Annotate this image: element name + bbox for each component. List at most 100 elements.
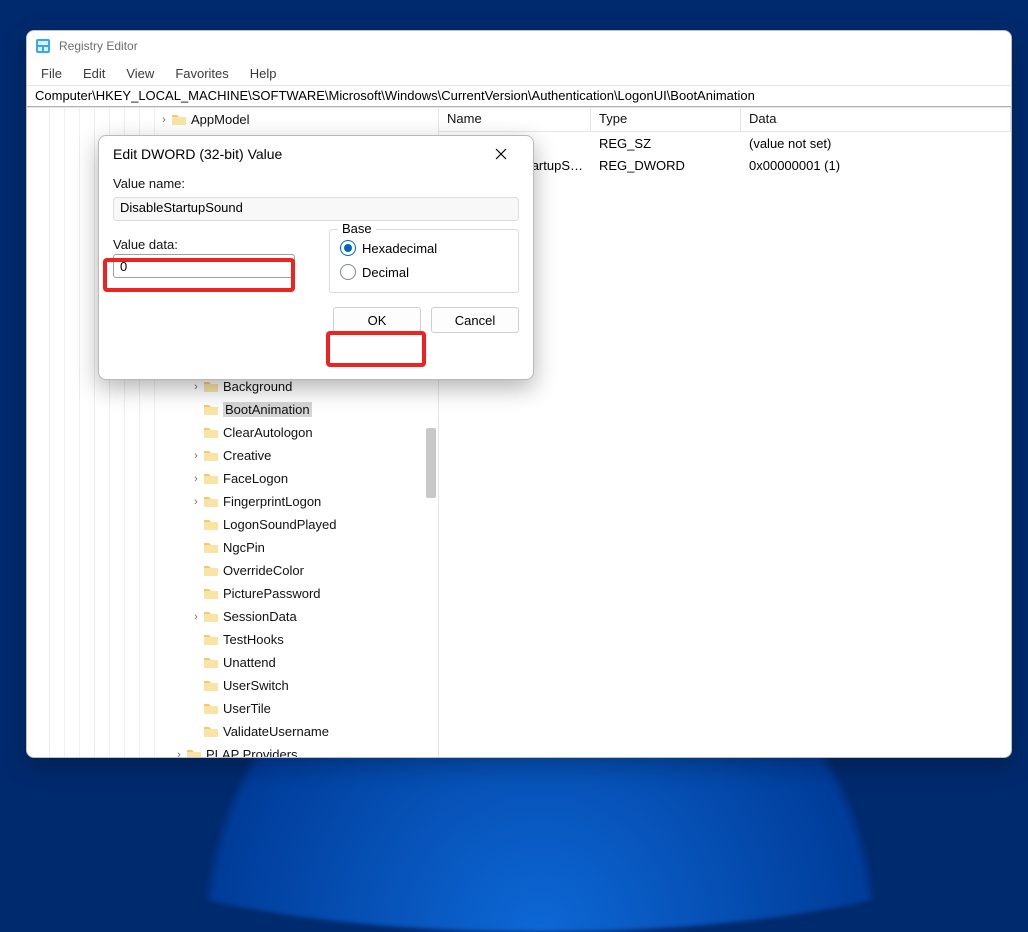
col-header-data[interactable]: Data: [741, 108, 1011, 131]
chevron-right-icon[interactable]: ›: [189, 496, 203, 508]
tree-scrollbar[interactable]: [426, 428, 436, 498]
value-data-label: Value data:: [113, 237, 303, 252]
tree-item-label: UserSwitch: [223, 678, 289, 693]
window-title: Registry Editor: [59, 39, 138, 53]
dialog-body: Value name: DisableStartupSound Value da…: [99, 170, 533, 293]
value-data-input[interactable]: [113, 254, 295, 278]
col-header-type[interactable]: Type: [591, 108, 741, 131]
folder-icon: [186, 747, 202, 758]
tree-item-label: ValidateUsername: [223, 724, 329, 739]
tree-item[interactable]: OverrideColor: [27, 559, 438, 582]
regedit-icon: [35, 38, 51, 54]
cell-type: REG_DWORD: [591, 158, 741, 173]
tree-item[interactable]: › PLAP Providers: [27, 743, 438, 757]
radio-decimal[interactable]: [340, 264, 356, 280]
folder-icon: [203, 678, 219, 694]
tree-item-label: PicturePassword: [223, 586, 321, 601]
tree-item[interactable]: › FingerprintLogon: [27, 490, 438, 513]
close-button[interactable]: [483, 140, 519, 168]
folder-icon: [203, 517, 219, 533]
radio-hex-row[interactable]: Hexadecimal: [340, 236, 508, 260]
radio-dec-label: Decimal: [362, 265, 409, 280]
tree-item-label: OverrideColor: [223, 563, 304, 578]
tree-item-label: Unattend: [223, 655, 276, 670]
cell-data: (value not set): [741, 136, 1011, 151]
tree-item[interactable]: TestHooks: [27, 628, 438, 651]
tree-item-label: FingerprintLogon: [223, 494, 321, 509]
folder-icon: [171, 112, 187, 128]
list-header[interactable]: Name Type Data: [439, 108, 1011, 132]
radio-hexadecimal[interactable]: [340, 240, 356, 256]
value-name-label: Value name:: [113, 176, 519, 191]
chevron-right-icon[interactable]: ›: [189, 611, 203, 623]
folder-icon: [203, 494, 219, 510]
folder-icon: [203, 586, 219, 602]
folder-icon: [203, 724, 219, 740]
tree-item-label: SessionData: [223, 609, 297, 624]
address-bar[interactable]: Computer\HKEY_LOCAL_MACHINE\SOFTWARE\Mic…: [27, 85, 1011, 107]
tree-item[interactable]: ClearAutologon: [27, 421, 438, 444]
cancel-button[interactable]: Cancel: [431, 307, 519, 333]
folder-icon: [203, 655, 219, 671]
radio-dec-row[interactable]: Decimal: [340, 260, 508, 284]
folder-icon: [203, 609, 219, 625]
folder-icon: [203, 448, 219, 464]
base-legend: Base: [338, 221, 376, 236]
folder-icon: [203, 632, 219, 648]
tree-item-label: PLAP Providers: [206, 747, 298, 757]
tree-item[interactable]: BootAnimation: [27, 398, 438, 421]
edit-dword-dialog: Edit DWORD (32-bit) Value Value name: Di…: [98, 135, 534, 380]
chevron-right-icon[interactable]: ›: [189, 450, 203, 462]
tree-item-label: BootAnimation: [223, 402, 312, 417]
dialog-buttons: OK Cancel: [99, 307, 533, 333]
tree-item-label: UserTile: [223, 701, 271, 716]
radio-hex-label: Hexadecimal: [362, 241, 437, 256]
tree-item[interactable]: › SessionData: [27, 605, 438, 628]
tree-item-label: AppModel: [191, 112, 250, 127]
folder-icon: [203, 563, 219, 579]
menu-favorites[interactable]: Favorites: [165, 64, 238, 83]
titlebar[interactable]: Registry Editor: [27, 31, 1011, 61]
menu-view[interactable]: View: [116, 64, 164, 83]
close-icon: [495, 148, 507, 160]
col-header-name[interactable]: Name: [439, 108, 591, 131]
chevron-right-icon[interactable]: ›: [157, 114, 171, 126]
tree-item-label: Background: [223, 379, 292, 394]
tree-item[interactable]: NgcPin: [27, 536, 438, 559]
base-group: Base Hexadecimal Decimal: [329, 229, 519, 293]
ok-button[interactable]: OK: [333, 307, 421, 333]
menu-file[interactable]: File: [31, 64, 72, 83]
tree-item[interactable]: Unattend: [27, 651, 438, 674]
tree-item-label: NgcPin: [223, 540, 265, 555]
tree-item[interactable]: UserTile: [27, 697, 438, 720]
tree-item[interactable]: LogonSoundPlayed: [27, 513, 438, 536]
dialog-titlebar[interactable]: Edit DWORD (32-bit) Value: [99, 136, 533, 170]
chevron-right-icon[interactable]: ›: [172, 749, 186, 758]
folder-icon: [203, 540, 219, 556]
tree-item[interactable]: › FaceLogon: [27, 467, 438, 490]
tree-item[interactable]: › Creative: [27, 444, 438, 467]
folder-icon: [203, 471, 219, 487]
tree-item-label: Creative: [223, 448, 271, 463]
menu-edit[interactable]: Edit: [73, 64, 115, 83]
chevron-right-icon[interactable]: ›: [189, 381, 203, 393]
cell-data: 0x00000001 (1): [741, 158, 1011, 173]
menu-help[interactable]: Help: [240, 64, 287, 83]
folder-icon: [203, 701, 219, 717]
folder-icon: [203, 402, 219, 418]
tree-item[interactable]: PicturePassword: [27, 582, 438, 605]
tree-item-label: LogonSoundPlayed: [223, 517, 337, 532]
dialog-title: Edit DWORD (32-bit) Value: [113, 146, 282, 162]
tree-item-label: FaceLogon: [223, 471, 288, 486]
folder-icon: [203, 425, 219, 441]
tree-item[interactable]: › AppModel: [27, 108, 438, 131]
menubar: File Edit View Favorites Help: [27, 61, 1011, 85]
folder-icon: [203, 379, 219, 395]
tree-item-label: TestHooks: [223, 632, 284, 647]
tree-item[interactable]: ValidateUsername: [27, 720, 438, 743]
tree-item[interactable]: UserSwitch: [27, 674, 438, 697]
tree-item-label: ClearAutologon: [223, 425, 313, 440]
value-name-field: DisableStartupSound: [113, 197, 519, 221]
cell-type: REG_SZ: [591, 136, 741, 151]
chevron-right-icon[interactable]: ›: [189, 473, 203, 485]
